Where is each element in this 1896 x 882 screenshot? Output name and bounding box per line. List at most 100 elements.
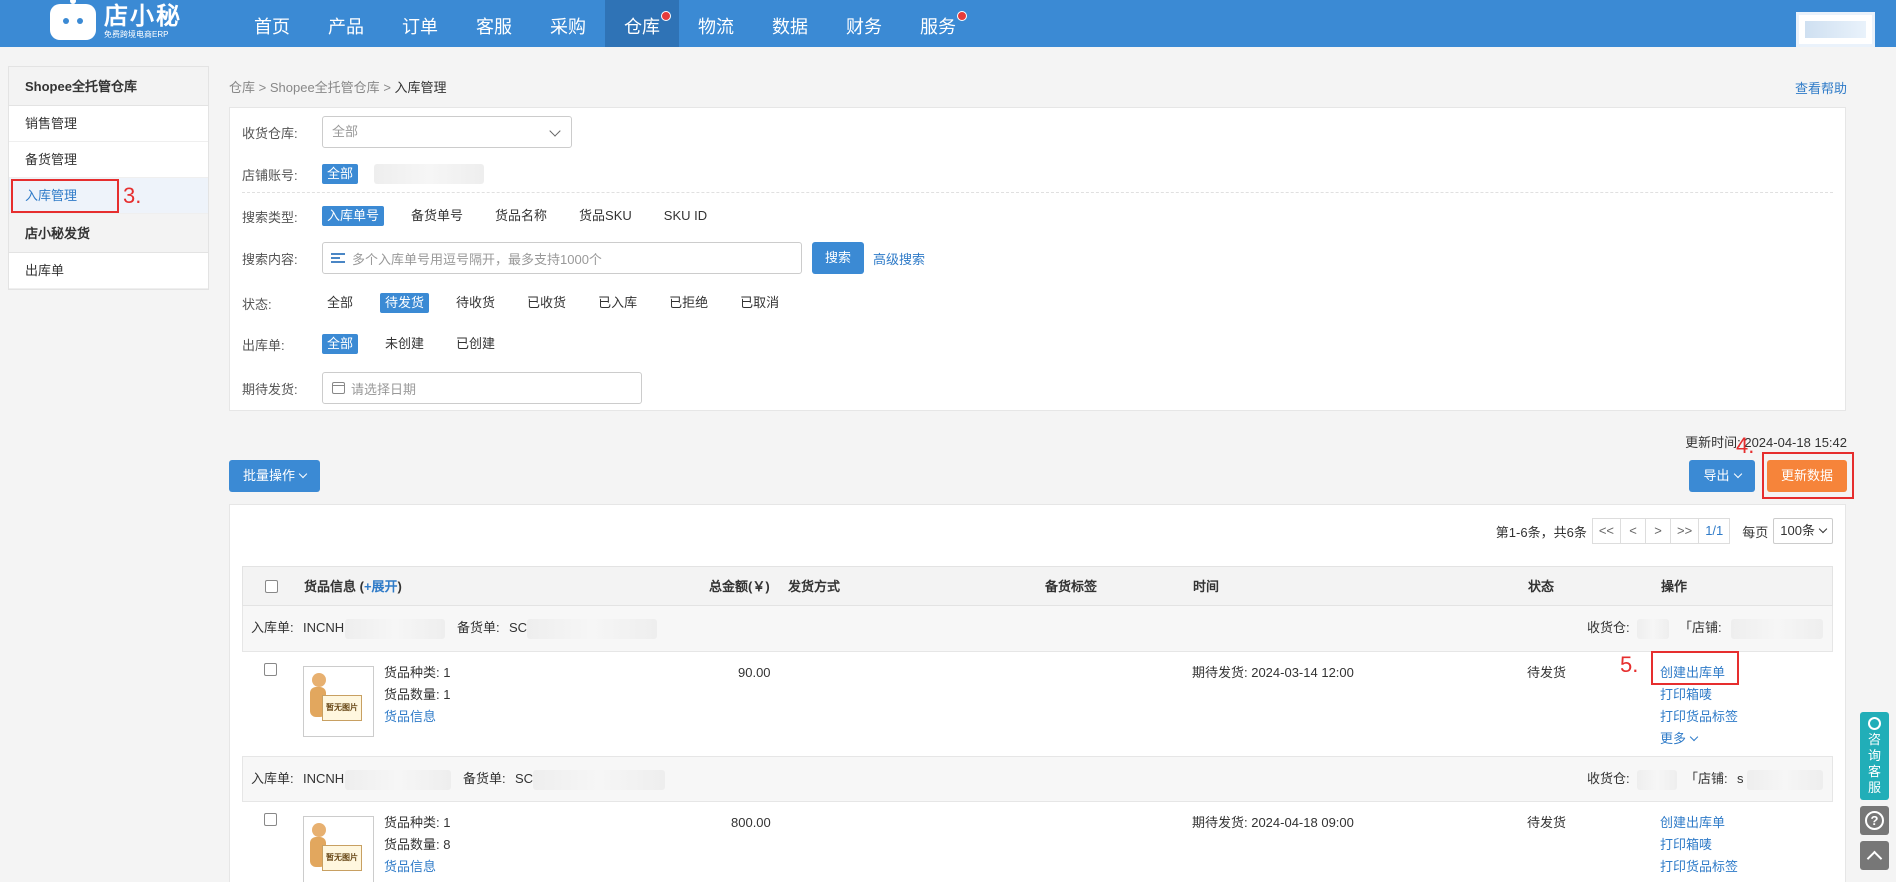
nav-purchase[interactable]: 采购 bbox=[531, 0, 605, 47]
per-page-value: 100条 bbox=[1780, 523, 1815, 538]
stock-no-value: SC bbox=[509, 620, 528, 635]
print-goods-label-link[interactable]: 打印货品标签 bbox=[1660, 706, 1738, 728]
date-picker-input[interactable]: 请选择日期 bbox=[322, 372, 642, 404]
search-type-sku-id[interactable]: SKU ID bbox=[659, 206, 712, 226]
brand-logo[interactable]: 店小秘 免费跨境电商ERP bbox=[50, 0, 182, 42]
status-received[interactable]: 已收货 bbox=[522, 293, 571, 313]
filter-panel: 收货仓库: 全部 店铺账号: 全部 搜索类型: 入库单号 备货单号 货品名称 货… bbox=[229, 107, 1846, 411]
outbound-not-created[interactable]: 未创建 bbox=[380, 334, 429, 354]
sidebar-item-sales[interactable]: 销售管理 bbox=[9, 106, 208, 142]
expand-all-link[interactable]: +展开 bbox=[364, 579, 398, 594]
page-last-button[interactable]: >> bbox=[1670, 518, 1700, 544]
more-label: 更多 bbox=[1660, 731, 1687, 746]
outbound-all[interactable]: 全部 bbox=[322, 334, 359, 354]
help-link[interactable]: 查看帮助 bbox=[1795, 78, 1847, 97]
batch-operation-label: 批量操作 bbox=[242, 468, 295, 483]
search-input[interactable]: 多个入库单号用逗号隔开，最多支持1000个 bbox=[322, 242, 802, 274]
export-label: 导出 bbox=[1703, 468, 1730, 483]
per-page-select[interactable]: 100条 bbox=[1773, 518, 1833, 544]
page-next-button[interactable]: > bbox=[1645, 518, 1672, 544]
nav-logistics[interactable]: 物流 bbox=[679, 0, 753, 47]
notification-dot-icon bbox=[661, 11, 671, 21]
status-rejected[interactable]: 已拒绝 bbox=[664, 293, 713, 313]
headset-icon bbox=[1868, 717, 1881, 730]
product-thumbnail[interactable]: 暂无图片 bbox=[303, 666, 374, 737]
search-button[interactable]: 搜索 bbox=[812, 242, 864, 274]
outbound-created[interactable]: 已创建 bbox=[451, 334, 500, 354]
nav-finance[interactable]: 财务 bbox=[827, 0, 901, 47]
search-type-goods-name[interactable]: 货品名称 bbox=[490, 206, 552, 226]
breadcrumb-current: 入库管理 bbox=[394, 80, 447, 95]
brand-name: 店小秘 bbox=[104, 3, 182, 30]
row-checkbox[interactable] bbox=[264, 663, 277, 676]
calendar-icon bbox=[332, 382, 345, 394]
nav-service[interactable]: 服务 bbox=[901, 0, 975, 47]
search-type-label: 搜索类型: bbox=[242, 209, 298, 225]
question-icon: ? bbox=[1865, 811, 1884, 830]
print-goods-label-link[interactable]: 打印货品标签 bbox=[1660, 856, 1738, 878]
batch-operation-button[interactable]: 批量操作 bbox=[229, 460, 320, 492]
page-first-button[interactable]: << bbox=[1591, 518, 1622, 544]
brand-tagline: 免费跨境电商ERP bbox=[104, 30, 169, 39]
status-pending-receive[interactable]: 待收货 bbox=[451, 293, 500, 313]
shop-label: 店铺账号: bbox=[242, 167, 298, 183]
sidebar-group-dxm-shipping: 店小秘发货 bbox=[9, 214, 208, 253]
nav-customer-service[interactable]: 客服 bbox=[457, 0, 531, 47]
goods-info-link[interactable]: 货品信息 bbox=[384, 859, 436, 874]
stock-no-label: 备货单: bbox=[457, 620, 500, 635]
breadcrumb-sep: > bbox=[383, 80, 391, 95]
breadcrumb-shopee[interactable]: Shopee全托管仓库 bbox=[270, 80, 380, 95]
breadcrumb: 仓库 > Shopee全托管仓库 > 入库管理 bbox=[229, 77, 447, 96]
help-button[interactable]: ? bbox=[1860, 806, 1889, 835]
status-pending-ship[interactable]: 待发货 bbox=[380, 293, 430, 313]
back-to-top-button[interactable] bbox=[1860, 841, 1889, 870]
search-type-goods-sku[interactable]: 货品SKU bbox=[574, 206, 637, 226]
sidebar-item-outbound[interactable]: 出库单 bbox=[9, 253, 208, 289]
customer-service-button[interactable]: 咨询客服 bbox=[1860, 712, 1889, 800]
nav-products[interactable]: 产品 bbox=[309, 0, 383, 47]
chevron-down-icon bbox=[549, 125, 561, 137]
shop-chip-all[interactable]: 全部 bbox=[322, 164, 359, 184]
row-checkbox[interactable] bbox=[264, 813, 277, 826]
search-type-inbound-no[interactable]: 入库单号 bbox=[322, 206, 385, 226]
breadcrumb-warehouse[interactable]: 仓库 bbox=[229, 80, 255, 95]
search-type-stock-no[interactable]: 备货单号 bbox=[406, 206, 468, 226]
nav-home[interactable]: 首页 bbox=[235, 0, 309, 47]
page-prev-button[interactable]: < bbox=[1620, 518, 1647, 544]
more-link[interactable]: 更多 bbox=[1660, 728, 1738, 750]
customer-service-label: 咨询客服 bbox=[1867, 732, 1881, 795]
status-all[interactable]: 全部 bbox=[322, 293, 358, 313]
redacted-value bbox=[1731, 619, 1823, 639]
status-cancelled[interactable]: 已取消 bbox=[735, 293, 784, 313]
table-row: 暂无图片 货品种类: 1 货品数量: 1 货品信息 90.00 期待发货: 20… bbox=[242, 652, 1833, 756]
redacted-value bbox=[533, 770, 665, 790]
print-box-label-link[interactable]: 打印箱唛 bbox=[1660, 684, 1738, 706]
header-status: 状态 bbox=[1528, 579, 1555, 594]
search-content-label: 搜索内容: bbox=[242, 251, 298, 267]
nav-orders[interactable]: 订单 bbox=[383, 0, 457, 47]
user-account[interactable] bbox=[1796, 12, 1875, 47]
shop-chip-redacted[interactable] bbox=[374, 164, 485, 184]
pagination: 第1-6条，共6条 << < > >> 1/1 每页 100条 bbox=[1496, 518, 1833, 544]
nav-warehouse[interactable]: 仓库 bbox=[605, 0, 679, 47]
select-all-checkbox[interactable] bbox=[265, 580, 278, 593]
inbound-no-value: INCNH bbox=[303, 771, 345, 786]
chevron-down-icon bbox=[298, 469, 308, 479]
goods-qty: 货品数量: 8 bbox=[384, 837, 451, 852]
status-stocked[interactable]: 已入库 bbox=[593, 293, 642, 313]
shop-value: s bbox=[1737, 771, 1744, 786]
product-thumbnail[interactable]: 暂无图片 bbox=[303, 816, 374, 882]
sidebar-item-stocking[interactable]: 备货管理 bbox=[9, 142, 208, 178]
warehouse-select[interactable]: 全部 bbox=[322, 116, 572, 148]
nav-data[interactable]: 数据 bbox=[753, 0, 827, 47]
create-outbound-link[interactable]: 创建出库单 bbox=[1660, 812, 1738, 834]
warehouse-select-value: 全部 bbox=[332, 124, 359, 139]
print-box-label-link[interactable]: 打印箱唛 bbox=[1660, 834, 1738, 856]
header-ops: 操作 bbox=[1661, 579, 1688, 594]
stock-no-label: 备货单: bbox=[463, 771, 506, 786]
export-button[interactable]: 导出 bbox=[1689, 460, 1755, 492]
goods-info-link[interactable]: 货品信息 bbox=[384, 709, 436, 724]
advanced-search-link[interactable]: 高级搜索 bbox=[873, 249, 925, 268]
row-status: 待发货 bbox=[1527, 665, 1567, 680]
redacted-value bbox=[1637, 619, 1669, 639]
